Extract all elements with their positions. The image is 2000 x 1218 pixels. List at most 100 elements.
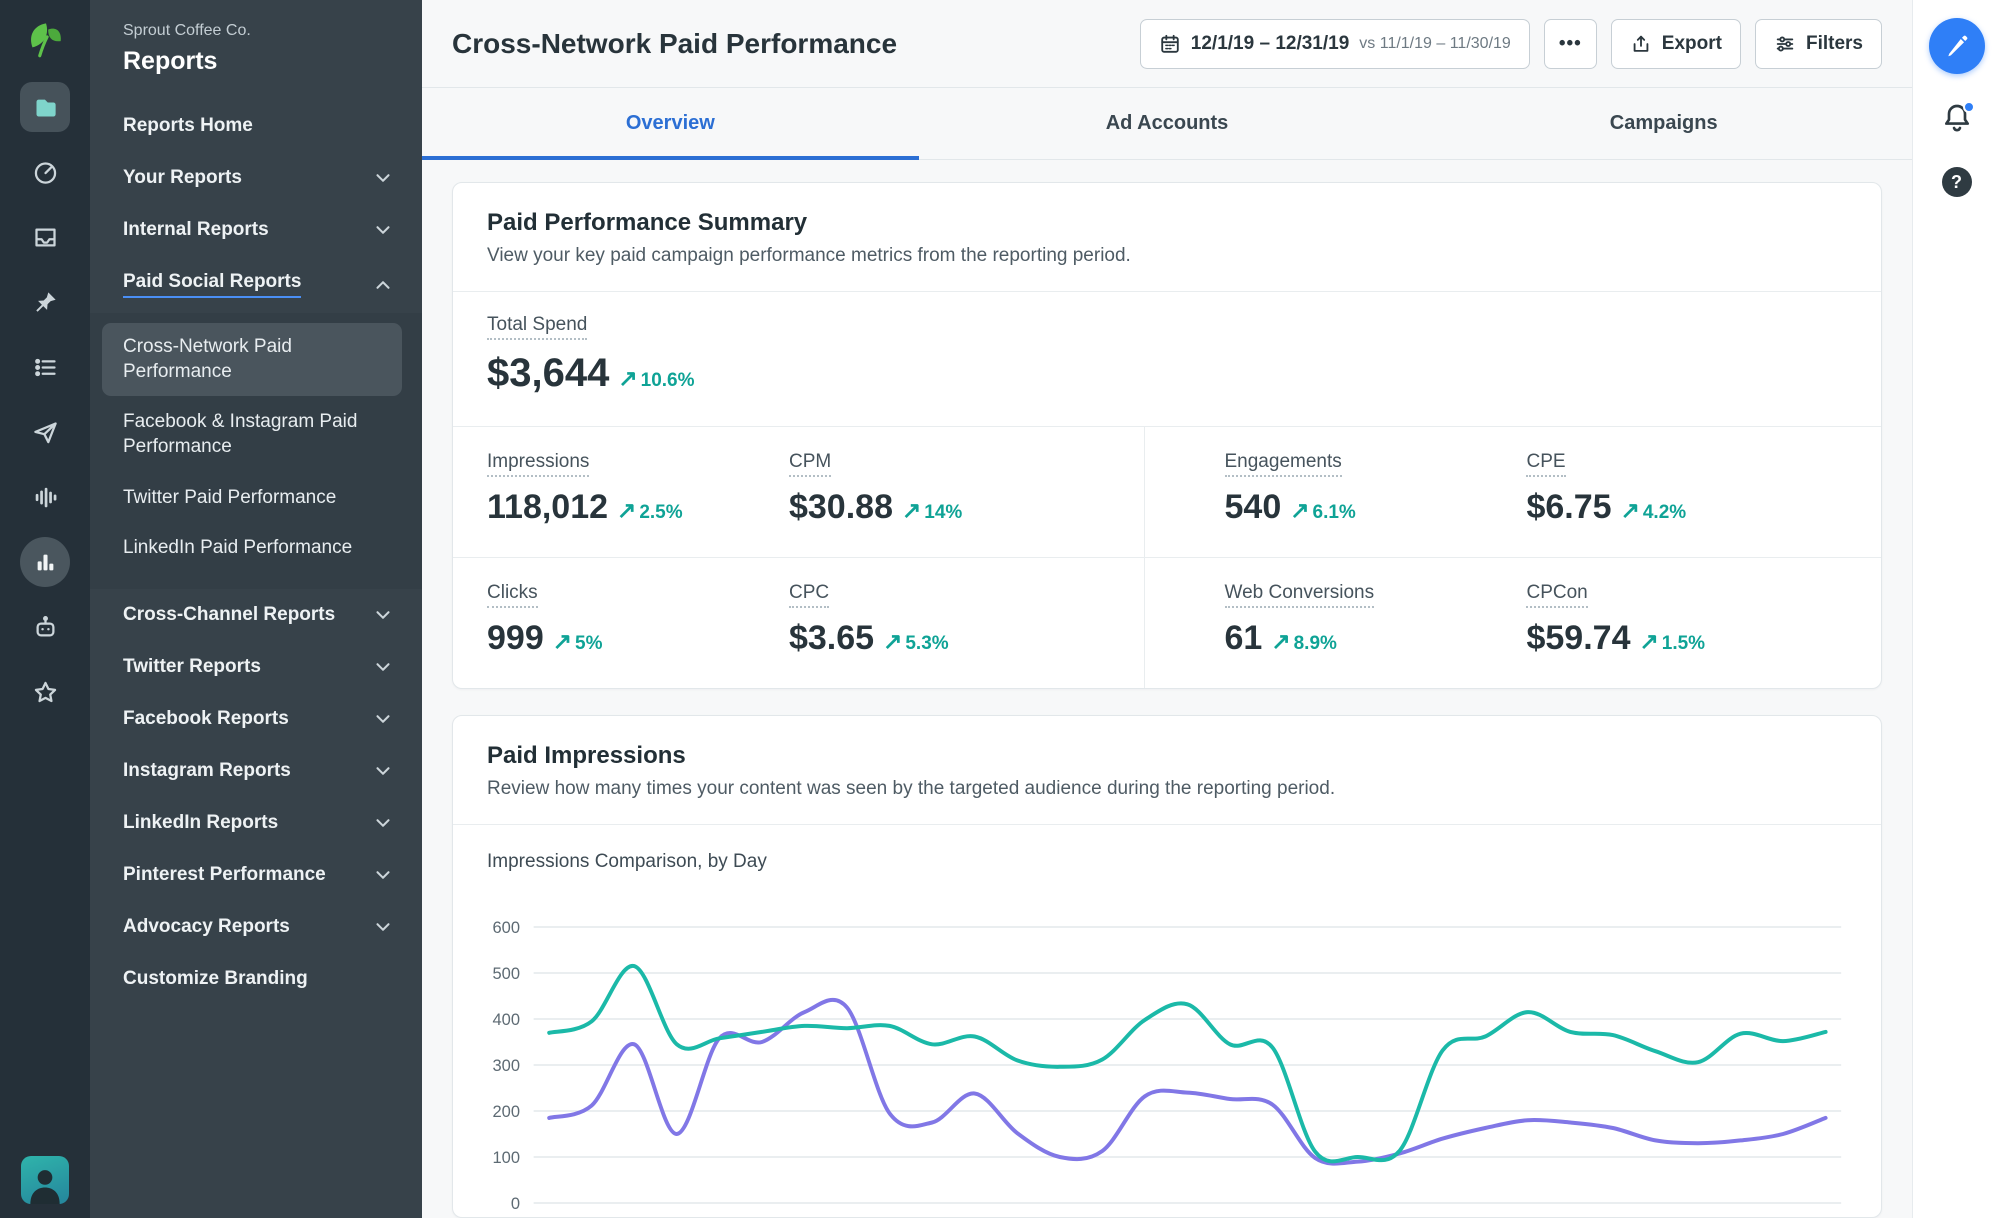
- sidebar-item-label: Internal Reports: [123, 219, 269, 240]
- sidebar-item-cross-channel-reports[interactable]: Cross-Channel Reports: [90, 589, 422, 641]
- sidebar-item-customize-branding[interactable]: Customize Branding: [90, 953, 422, 1005]
- metric-engagements: Engagements 540 ↗ 6.1%: [1224, 451, 1527, 527]
- rail-publishing-icon[interactable]: [20, 407, 70, 457]
- subnav-item-facebook-instagram-paid-performance[interactable]: Facebook & Instagram Paid Performance: [102, 398, 402, 471]
- sidebar-item-twitter-reports[interactable]: Twitter Reports: [90, 641, 422, 693]
- summary-card-title: Paid Performance Summary: [487, 209, 808, 236]
- filters-button[interactable]: Filters: [1754, 18, 1882, 69]
- metric-delta: ↗ 5%: [553, 628, 603, 655]
- user-avatar[interactable]: [21, 1156, 69, 1204]
- trend-up-icon: ↗: [552, 628, 573, 654]
- page-title: Cross-Network Paid Performance: [452, 27, 898, 59]
- impressions-card-subtitle: Review how many times your content was s…: [487, 778, 1336, 799]
- rail-tasks-icon[interactable]: [20, 342, 70, 392]
- impressions-card-title: Paid Impressions: [487, 742, 686, 769]
- metric-impressions: Impressions 118,012 ↗ 2.5%: [487, 451, 789, 527]
- date-range-value: 12/1/19 – 12/31/19: [1190, 32, 1350, 54]
- metrics-row-2: Clicks 999 ↗ 5% CPC $3.65 ↗ 5.3% Web Convers…: [453, 558, 1881, 688]
- metric-delta: ↗ 5.3%: [883, 628, 949, 655]
- rail-listening-icon[interactable]: [20, 472, 70, 522]
- rail-reports-icon[interactable]: [20, 537, 70, 587]
- bot-icon: [36, 615, 54, 636]
- metric-label[interactable]: CPC: [788, 582, 830, 608]
- metric-label[interactable]: CPCon: [1526, 582, 1588, 608]
- metric-label[interactable]: CPE: [1526, 451, 1566, 477]
- metric-label[interactable]: CPM: [788, 451, 832, 477]
- tab-campaigns[interactable]: Campaigns: [1415, 88, 1912, 159]
- sidebar-item-label: Pinterest Performance: [123, 864, 326, 886]
- total-spend-value: $3,644: [487, 351, 610, 395]
- metric-label[interactable]: Clicks: [487, 582, 538, 608]
- metric-delta: ↗ 4.2%: [1621, 497, 1687, 524]
- metric-cpc: CPC $3.65 ↗ 5.3%: [788, 582, 1091, 658]
- subnav-item-cross-network-paid-performance[interactable]: Cross-Network Paid Performance: [102, 323, 402, 397]
- sprout-logo-icon[interactable]: [22, 16, 68, 62]
- sidebar-item-linkedin-reports[interactable]: LinkedIn Reports: [90, 797, 422, 849]
- trend-up-icon: ↗: [901, 497, 922, 523]
- impressions-card-header: Paid Impressions Review how many times y…: [453, 716, 1881, 825]
- help-button[interactable]: ?: [1941, 167, 1972, 197]
- metric-label-total-spend[interactable]: Total Spend: [487, 314, 588, 340]
- notification-dot: [1962, 101, 1975, 113]
- delta-value: 5.3%: [905, 633, 949, 654]
- summary-card-header: Paid Performance Summary View your key p…: [453, 183, 1881, 292]
- pencil-icon: [1947, 35, 1967, 57]
- metrics-row-1-right: Engagements 540 ↗ 6.1% CPE $6.75 ↗ 4.2%: [1143, 427, 1882, 557]
- sidebar-item-your-reports[interactable]: Your Reports: [90, 152, 422, 204]
- rail-dashboard-icon[interactable]: [20, 147, 70, 197]
- paid-impressions-card: Paid Impressions Review how many times y…: [452, 715, 1882, 1218]
- report-tabs: Overview Ad Accounts Campaigns: [422, 88, 1912, 160]
- metric-web-conversions: Web Conversions 61 ↗ 8.9%: [1224, 582, 1527, 658]
- subnav-item-twitter-paid-performance[interactable]: Twitter Paid Performance: [102, 474, 402, 523]
- folder-icon: [36, 99, 56, 116]
- sidebar-item-facebook-reports[interactable]: Facebook Reports: [90, 693, 422, 745]
- rail-favorites-icon[interactable]: [20, 667, 70, 717]
- metric-label[interactable]: Web Conversions: [1224, 582, 1375, 608]
- trend-up-icon: ↗: [618, 365, 638, 391]
- sidebar-item-reports-home[interactable]: Reports Home: [90, 100, 422, 152]
- metric-value: $59.74: [1526, 619, 1631, 657]
- sidebar-item-pinterest-performance[interactable]: Pinterest Performance: [90, 849, 422, 901]
- notifications-button[interactable]: [1941, 101, 1975, 139]
- main-content: Cross-Network Paid Performance 12/1/19 –…: [422, 0, 1912, 1218]
- metric-cpm: CPM $30.88 ↗ 14%: [788, 451, 1091, 527]
- sidebar-item-instagram-reports[interactable]: Instagram Reports: [90, 745, 422, 797]
- date-range-button[interactable]: 12/1/19 – 12/31/19 vs 11/1/19 – 11/30/19: [1139, 18, 1530, 69]
- subnav-item-label: Facebook & Instagram Paid Performance: [123, 411, 358, 458]
- metric-value: $3.65: [788, 619, 875, 657]
- utility-rail: ?: [1912, 0, 2000, 1218]
- trend-up-icon: ↗: [883, 628, 903, 654]
- metric-value: 999: [487, 619, 544, 657]
- delta-value: 1.5%: [1661, 633, 1706, 654]
- sidebar-item-paid-social-reports[interactable]: Paid Social Reports: [90, 256, 422, 313]
- sidebar-item-label: Customize Branding: [123, 968, 308, 990]
- metric-label[interactable]: Impressions: [487, 451, 590, 477]
- bar-chart-icon: [37, 554, 53, 570]
- compose-button[interactable]: [1928, 18, 1985, 74]
- export-label: Export: [1661, 32, 1722, 54]
- subnav-item-linkedin-paid-performance[interactable]: LinkedIn Paid Performance: [102, 524, 402, 573]
- chevron-down-icon: [376, 819, 390, 827]
- chevron-up-icon: [376, 280, 390, 289]
- rail-bot-icon[interactable]: [20, 602, 70, 652]
- tab-ad-accounts[interactable]: Ad Accounts: [919, 88, 1416, 159]
- metric-label[interactable]: Engagements: [1224, 451, 1342, 477]
- sidebar-item-label: LinkedIn Reports: [123, 812, 279, 834]
- filters-label: Filters: [1805, 32, 1863, 54]
- header-actions: 12/1/19 – 12/31/19 vs 11/1/19 – 11/30/19…: [1139, 18, 1882, 69]
- rail-folder-reports-icon[interactable]: [20, 82, 70, 132]
- more-options-button[interactable]: •••: [1543, 18, 1597, 69]
- export-button[interactable]: Export: [1610, 18, 1741, 69]
- sidebar-item-advocacy-reports[interactable]: Advocacy Reports: [90, 901, 422, 953]
- tab-overview[interactable]: Overview: [422, 88, 919, 160]
- chevron-down-icon: [376, 871, 390, 879]
- sidebar-item-internal-reports[interactable]: Internal Reports: [90, 204, 422, 256]
- company-name: Sprout Coffee Co.: [123, 22, 251, 39]
- rail-inbox-icon[interactable]: [20, 212, 70, 262]
- metric-value: $30.88: [788, 488, 893, 526]
- rail-pinned-icon[interactable]: [20, 277, 70, 327]
- chevron-down-icon: [376, 923, 390, 931]
- trend-up-icon: ↗: [1620, 497, 1640, 523]
- svg-text:300: 300: [492, 1056, 520, 1075]
- gauge-icon: [34, 161, 56, 184]
